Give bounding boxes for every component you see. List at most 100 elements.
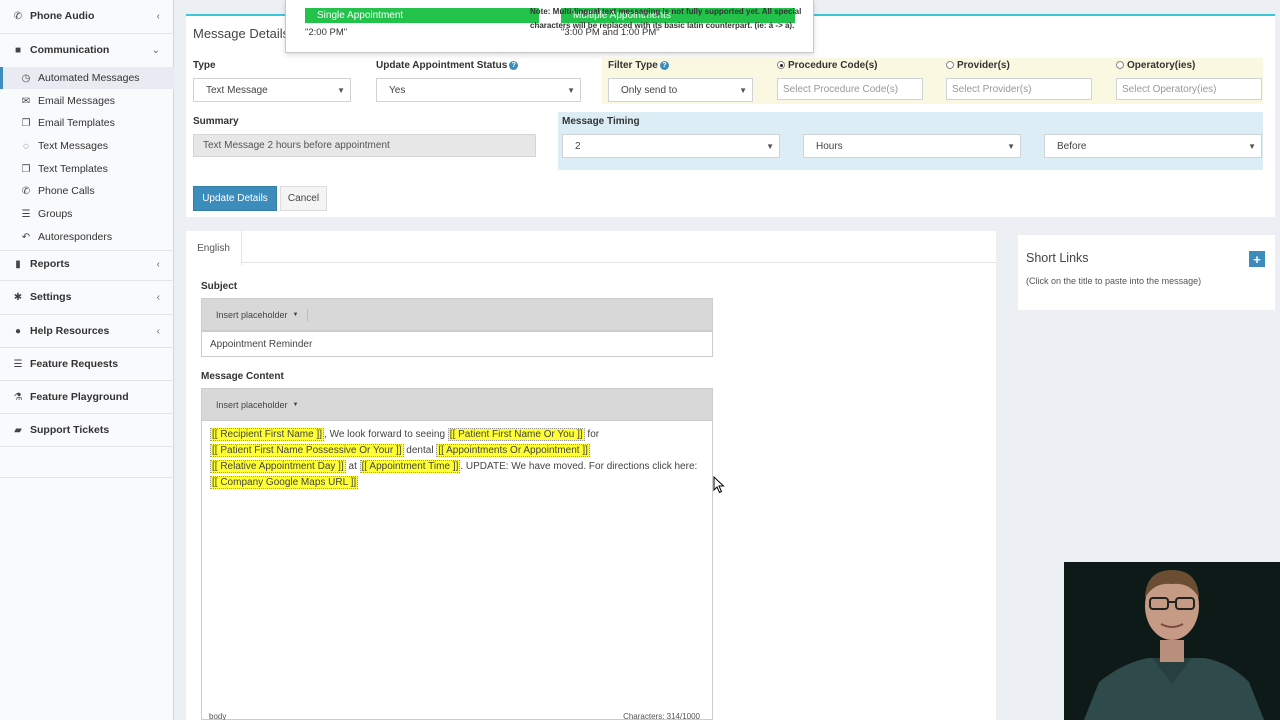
- provider-input[interactable]: Select Provider(s): [946, 78, 1092, 100]
- insert-placeholder-button[interactable]: Insert placeholder: [216, 400, 288, 410]
- divider: [0, 250, 174, 251]
- message-text: at: [345, 461, 360, 472]
- procedure-radio-label: Procedure Code(s): [788, 60, 878, 71]
- update-status-label: Update Appointment Status?: [376, 60, 519, 71]
- sidebar-item-email-templates[interactable]: ❐ Email Templates: [0, 112, 174, 134]
- panel-title: Message Details: [193, 26, 290, 41]
- list-icon: ☰: [13, 358, 23, 370]
- radio-icon: [1116, 61, 1124, 69]
- radio-selected-icon: [777, 61, 785, 69]
- divider: [0, 446, 174, 447]
- sidebar-item-feature-requests[interactable]: ☰ Feature Requests: [0, 353, 174, 375]
- operatory-radio[interactable]: Operatory(ies): [1116, 60, 1195, 71]
- timing-relation-select[interactable]: Before ▼: [1044, 134, 1262, 158]
- multilingual-note: Note: Multi-lingual text messaging is no…: [530, 7, 802, 30]
- sidebar-item-label: Text Messages: [38, 140, 109, 152]
- type-select[interactable]: Text Message ▼: [193, 78, 351, 102]
- procedure-code-input[interactable]: Select Procedure Code(s): [777, 78, 923, 100]
- sidebar-item-label: Settings: [30, 291, 72, 303]
- timing-amount-select[interactable]: 2 ▼: [562, 134, 780, 158]
- sidebar-item-autoresponders[interactable]: ↶ Autoresponders: [0, 226, 174, 248]
- update-details-button[interactable]: Update Details: [193, 186, 277, 211]
- sidebar-item-email-messages[interactable]: ✉ Email Messages: [0, 90, 174, 112]
- add-short-link-button[interactable]: +: [1249, 251, 1265, 267]
- message-text: , We look forward to seeing: [324, 429, 448, 440]
- toolbar-divider: [306, 308, 308, 321]
- sidebar-item-label: Feature Playground: [30, 391, 129, 403]
- sidebar-item-label: Autoresponders: [38, 231, 113, 243]
- short-links-panel: Short Links + (Click on the title to pas…: [1018, 233, 1275, 310]
- provider-radio[interactable]: Provider(s): [946, 60, 1010, 71]
- subject-toolbar: Insert placeholder ▼: [201, 298, 713, 331]
- divider: [0, 477, 174, 478]
- short-links-subtitle: (Click on the title to paste into the me…: [1026, 276, 1202, 286]
- subject-input[interactable]: Appointment Reminder: [201, 331, 713, 357]
- divider: [0, 314, 174, 315]
- procedure-radio[interactable]: Procedure Code(s): [777, 60, 877, 71]
- filter-type-label-text: Filter Type: [608, 60, 658, 71]
- sidebar-item-text-messages[interactable]: ◌ Text Messages: [0, 135, 174, 157]
- sidebar-item-help-resources[interactable]: ● Help Resources ‹: [0, 320, 174, 342]
- placeholder-token: [[ Recipient First Name ]]: [210, 428, 325, 441]
- dropdown-arrow-icon: ▼: [567, 85, 575, 95]
- sidebar-item-automated-messages[interactable]: ◷ Automated Messages: [0, 67, 174, 89]
- sidebar-item-label: Email Messages: [38, 95, 116, 107]
- update-status-select[interactable]: Yes ▼: [376, 78, 581, 102]
- update-status-label-text: Update Appointment Status: [376, 60, 508, 71]
- sidebar-item-reports[interactable]: ▮ Reports ‹: [0, 253, 174, 275]
- sidebar: ✆ Phone Audio ‹ ■ Communication ⌄ ◷ Auto…: [0, 0, 174, 720]
- sidebar-item-support-tickets[interactable]: ▰ Support Tickets: [0, 419, 174, 441]
- sidebar-item-communication[interactable]: ■ Communication ⌄: [0, 39, 174, 61]
- timing-unit-value: Hours: [816, 140, 843, 152]
- tab-english[interactable]: English: [186, 231, 242, 266]
- placeholder-token: [[ Patient First Name Possessive Or Your…: [210, 444, 404, 457]
- sidebar-item-label: Support Tickets: [30, 424, 110, 436]
- help-icon[interactable]: ?: [509, 61, 519, 70]
- message-content-panel: English Subject Insert placeholder ▼ App…: [186, 231, 996, 720]
- sidebar-item-label: Automated Messages: [38, 72, 140, 84]
- dropdown-arrow-icon: ▼: [766, 141, 774, 151]
- sidebar-item-groups[interactable]: ☰ Groups: [0, 203, 174, 225]
- cancel-button[interactable]: Cancel: [280, 186, 327, 211]
- help-icon[interactable]: ?: [659, 61, 669, 70]
- gear-icon: ✱: [13, 291, 23, 303]
- filter-type-label: Filter Type?: [608, 60, 669, 71]
- insert-placeholder-button[interactable]: Insert placeholder: [216, 310, 288, 320]
- sidebar-item-text-templates[interactable]: ❐ Text Templates: [0, 158, 174, 180]
- message-timing-label: Message Timing: [562, 116, 640, 127]
- sidebar-item-label: Text Templates: [38, 163, 108, 175]
- operatory-radio-label: Operatory(ies): [1127, 60, 1196, 71]
- subject-label: Subject: [201, 281, 238, 292]
- sidebar-item-phone-calls[interactable]: ✆ Phone Calls: [0, 180, 174, 202]
- sidebar-item-feature-playground[interactable]: ⚗ Feature Playground: [0, 386, 174, 408]
- chart-icon: ▮: [15, 258, 21, 270]
- copy-icon: ❐: [21, 117, 31, 129]
- operatory-input[interactable]: Select Operatory(ies): [1116, 78, 1262, 100]
- message-editor[interactable]: [[ Recipient First Name ]], We look forw…: [201, 421, 713, 720]
- character-count: Characters: 314/1000: [623, 712, 700, 720]
- sidebar-item-phone-audio[interactable]: ✆ Phone Audio ‹: [0, 5, 174, 27]
- chevron-left-icon: ‹: [156, 325, 160, 337]
- list-icon: ☰: [21, 208, 31, 220]
- update-status-value: Yes: [389, 84, 406, 96]
- short-links-title: Short Links: [1026, 251, 1089, 265]
- sidebar-item-label: Feature Requests: [30, 358, 119, 370]
- reply-icon: ↶: [21, 231, 31, 243]
- placeholder-token: [[ Company Google Maps URL ]]: [210, 476, 359, 489]
- divider: [0, 347, 174, 348]
- dropdown-arrow-icon: ▼: [337, 85, 345, 95]
- sidebar-item-label: Communication: [30, 44, 110, 56]
- message-text: dental: [403, 445, 437, 456]
- speech-bubble-icon: ◌: [23, 140, 29, 152]
- sidebar-item-label: Reports: [30, 258, 70, 270]
- type-select-value: Text Message: [206, 84, 268, 96]
- dropdown-arrow-icon: ▼: [739, 85, 747, 95]
- copy-icon: ❐: [21, 163, 31, 175]
- filter-type-select[interactable]: Only send to ▼: [608, 78, 753, 102]
- chevron-left-icon: ‹: [156, 258, 160, 270]
- mouse-cursor-icon: [713, 476, 725, 494]
- sidebar-item-settings[interactable]: ✱ Settings ‹: [0, 286, 174, 308]
- provider-radio-label: Provider(s): [957, 60, 1010, 71]
- placeholder-token: [[ Appointment Time ]]: [359, 460, 461, 473]
- timing-unit-select[interactable]: Hours ▼: [803, 134, 1021, 158]
